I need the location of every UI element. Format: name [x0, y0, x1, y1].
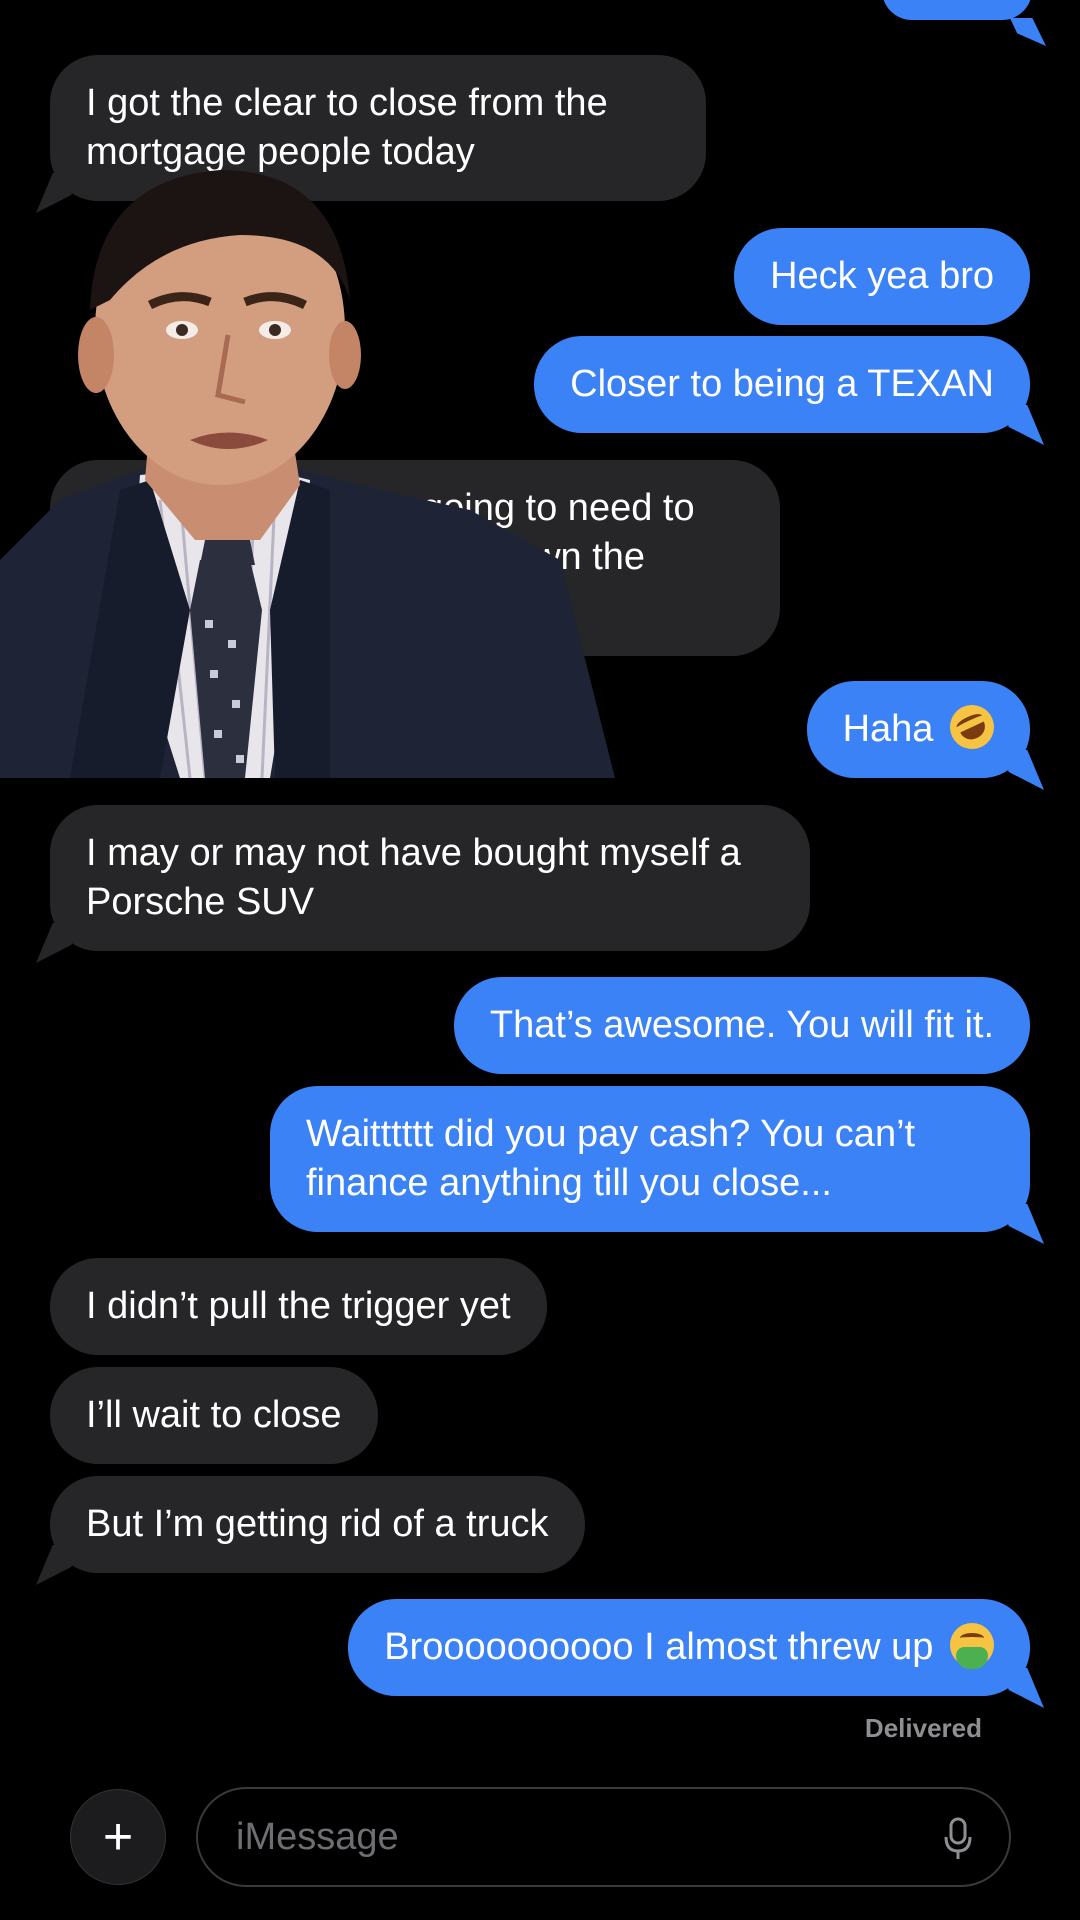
man-in-suit-image	[0, 170, 615, 778]
message-received-pull-trigger[interactable]: I didn’t pull the trigger yet	[50, 1258, 547, 1355]
message-sent-thats-awesome[interactable]: That’s awesome. You will fit it.	[453, 977, 1030, 1074]
message-received-porsche-suv[interactable]: I may or may not have bought myself a Po…	[50, 805, 810, 951]
message-text: But I’m getting rid of a truck	[86, 1503, 549, 1545]
message-received-wait-to-close[interactable]: I’ll wait to close	[50, 1367, 378, 1464]
message-sent-pay-cash[interactable]: Waitttttt did you pay cash? You can’t fi…	[270, 1086, 1030, 1232]
compose-bar: + iMessage	[0, 1775, 1080, 1895]
message-text: I’ll wait to close	[86, 1394, 342, 1436]
message-sent-haha[interactable]: Haha	[806, 681, 1030, 778]
message-text: Closer to being a TEXAN	[570, 363, 994, 405]
previous-sent-bubble	[882, 0, 1032, 20]
imessage-input[interactable]: iMessage	[196, 1787, 1011, 1887]
message-sent-heck-yea[interactable]: Heck yea bro	[734, 228, 1030, 325]
message-text: Waitttttt did you pay cash? You can’t fi…	[306, 1113, 916, 1204]
message-text: Broooooooooo I almost threw up	[384, 1626, 934, 1668]
message-text: I didn’t pull the trigger yet	[86, 1285, 511, 1327]
message-text: Haha	[842, 708, 934, 750]
add-attachment-button[interactable]: +	[70, 1789, 166, 1885]
message-text: That’s awesome. You will fit it.	[489, 1004, 994, 1046]
message-received-rid-of-truck[interactable]: But I’m getting rid of a truck	[50, 1476, 585, 1573]
vomiting-face-emoji-icon	[950, 1623, 994, 1669]
microphone-icon[interactable]	[943, 1817, 973, 1861]
imessage-placeholder: iMessage	[236, 1815, 399, 1858]
previous-sent-bubble-tail	[1010, 18, 1046, 46]
plus-icon: +	[102, 1808, 134, 1866]
message-text: Heck yea bro	[770, 255, 994, 297]
delivered-status: Delivered	[864, 1713, 982, 1743]
reaction-photo-overlay	[0, 140, 615, 778]
message-text: I may or may not have bought myself a Po…	[86, 832, 741, 923]
rolling-laughing-emoji-icon	[942, 697, 1002, 757]
message-sent-almost-threw-up[interactable]: Broooooooooo I almost threw up	[348, 1599, 1030, 1696]
